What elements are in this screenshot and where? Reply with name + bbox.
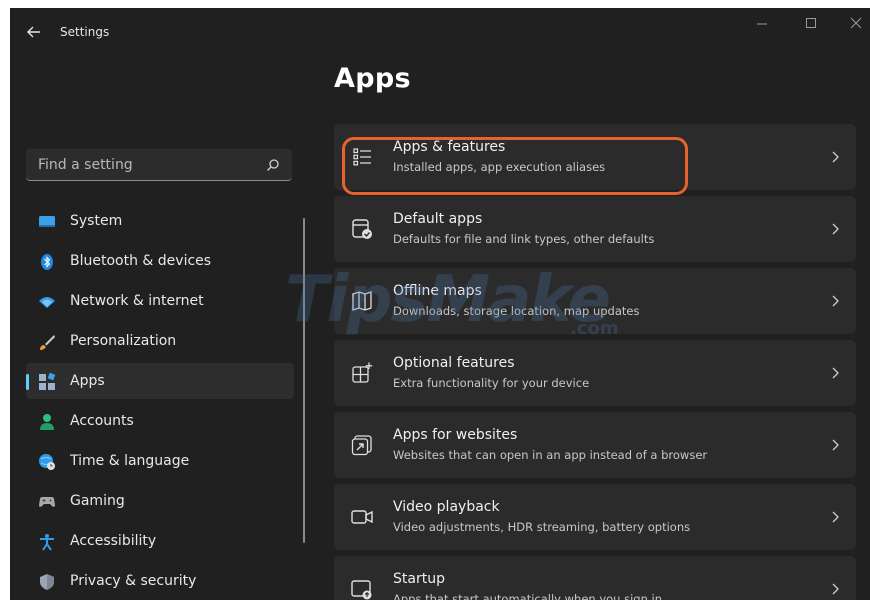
default-apps-icon xyxy=(352,219,372,239)
page-title: Apps xyxy=(334,63,411,94)
sidebar-item-network[interactable]: Network & internet xyxy=(26,283,294,319)
chevron-right-icon xyxy=(832,583,839,595)
settings-card-list: Apps & features Installed apps, app exec… xyxy=(334,124,856,600)
sidebar-item-accounts[interactable]: Accounts xyxy=(26,403,294,439)
sidebar-scrollbar[interactable] xyxy=(303,218,305,543)
chevron-right-icon xyxy=(832,223,839,235)
maximize-icon xyxy=(806,18,816,28)
sidebar-item-apps[interactable]: Apps xyxy=(26,363,294,399)
card-subtitle: Websites that can open in an app instead… xyxy=(393,448,708,462)
card-subtitle: Apps that start automatically when you s… xyxy=(393,592,663,600)
video-icon xyxy=(351,510,373,524)
sidebar-item-label: Bluetooth & devices xyxy=(70,253,212,269)
sidebar-nav: System Bluetooth & devices Network & int… xyxy=(26,203,294,600)
card-subtitle: Downloads, storage location, map updates xyxy=(393,304,640,318)
chevron-right-icon xyxy=(832,151,839,163)
open-in-app-icon xyxy=(351,435,372,456)
card-title: Offline maps xyxy=(393,283,482,299)
chevron-right-icon xyxy=(832,439,839,451)
card-subtitle: Defaults for file and link types, other … xyxy=(393,232,655,246)
minimize-button[interactable] xyxy=(747,14,777,34)
apps-for-websites-card[interactable]: Apps for websites Websites that can open… xyxy=(334,412,856,478)
back-arrow-icon xyxy=(27,26,40,38)
map-icon xyxy=(352,291,372,311)
brush-icon xyxy=(40,335,55,350)
startup-card[interactable]: Startup Apps that start automatically wh… xyxy=(334,556,856,600)
sidebar-item-system[interactable]: System xyxy=(26,203,294,239)
globe-clock-icon xyxy=(39,454,55,470)
card-title: Video playback xyxy=(393,499,500,515)
window-title: Settings xyxy=(60,25,110,39)
card-title: Optional features xyxy=(393,355,515,371)
sidebar-item-label: Time & language xyxy=(70,453,190,469)
sidebar-item-label: Privacy & security xyxy=(70,573,197,589)
sidebar-item-accessibility[interactable]: Accessibility xyxy=(26,523,294,559)
person-icon xyxy=(40,414,54,430)
sidebar-item-time-language[interactable]: Time & language xyxy=(26,443,294,479)
shield-icon xyxy=(40,574,54,590)
sidebar-item-bluetooth[interactable]: Bluetooth & devices xyxy=(26,243,294,279)
selection-indicator xyxy=(26,374,29,390)
card-title: Default apps xyxy=(393,211,483,227)
bluetooth-icon xyxy=(41,254,53,270)
back-button[interactable] xyxy=(24,22,44,42)
maximize-button[interactable] xyxy=(796,14,826,34)
title-bar: Settings xyxy=(10,8,870,56)
sidebar-item-label: Apps xyxy=(70,373,105,389)
sidebar-item-privacy[interactable]: Privacy & security xyxy=(26,563,294,599)
sidebar-item-label: Network & internet xyxy=(70,293,204,309)
add-grid-icon xyxy=(352,362,373,383)
chevron-right-icon xyxy=(832,367,839,379)
settings-window: Settings Apps Find a setting System Blue… xyxy=(10,8,870,600)
default-apps-card[interactable]: Default apps Defaults for file and link … xyxy=(334,196,856,262)
sidebar-item-label: System xyxy=(70,213,123,229)
system-icon xyxy=(39,216,55,227)
sidebar-item-personalization[interactable]: Personalization xyxy=(26,323,294,359)
wifi-icon xyxy=(39,297,55,308)
highlight-annotation xyxy=(342,137,688,195)
search-input[interactable]: Find a setting xyxy=(26,149,292,181)
search-icon xyxy=(267,159,279,171)
card-subtitle: Video adjustments, HDR streaming, batter… xyxy=(393,520,691,534)
minimize-icon xyxy=(757,23,767,25)
close-button[interactable] xyxy=(841,14,870,34)
chevron-right-icon xyxy=(832,511,839,523)
offline-maps-card[interactable]: Offline maps Downloads, storage location… xyxy=(334,268,856,334)
apps-icon xyxy=(39,373,56,390)
chevron-right-icon xyxy=(832,295,839,307)
sidebar-item-label: Gaming xyxy=(70,493,125,509)
sidebar-item-label: Personalization xyxy=(70,333,177,349)
card-title: Apps for websites xyxy=(393,427,518,443)
sidebar-item-label: Accounts xyxy=(70,413,134,429)
sidebar-item-label: Accessibility xyxy=(70,533,157,549)
accessibility-icon xyxy=(40,534,54,551)
sidebar-item-gaming[interactable]: Gaming xyxy=(26,483,294,519)
optional-features-card[interactable]: Optional features Extra functionality fo… xyxy=(334,340,856,406)
startup-icon xyxy=(351,580,372,600)
card-subtitle: Extra functionality for your device xyxy=(393,376,590,390)
search-placeholder: Find a setting xyxy=(38,157,133,173)
video-playback-card[interactable]: Video playback Video adjustments, HDR st… xyxy=(334,484,856,550)
card-title: Startup xyxy=(393,571,445,587)
close-icon xyxy=(850,17,862,29)
gamepad-icon xyxy=(39,497,55,507)
